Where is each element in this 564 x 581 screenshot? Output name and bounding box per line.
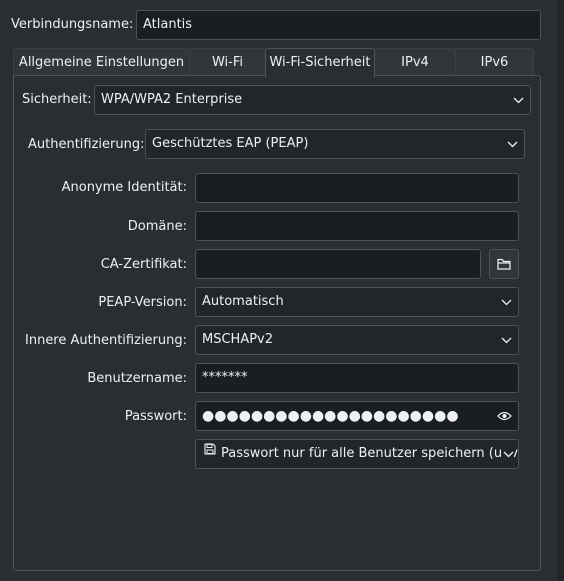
inner-authentication-value: MSCHAPv2: [202, 332, 274, 347]
anonymous-identity-label: Anonyme Identität:: [61, 180, 187, 195]
tab-label: Wi-Fi-Sicherheit: [269, 55, 371, 70]
peap-version-select[interactable]: Automatisch: [195, 287, 519, 317]
inner-authentication-label: Innere Authentifizierung:: [25, 333, 187, 348]
save-icon: [204, 440, 216, 466]
window-edge: [557, 0, 564, 581]
chevron-down-icon: [502, 440, 514, 468]
domain-label: Domäne:: [127, 219, 187, 234]
password-storage-value: Passwort nur für alle Benutzer speichern…: [221, 446, 519, 461]
password-storage-select[interactable]: Passwort nur für alle Benutzer speichern…: [195, 439, 519, 469]
password-value: ●●●●●●●●●●●●●●●●●●●●●: [202, 408, 459, 424]
ca-certificate-label: CA-Zertifikat:: [100, 257, 187, 272]
username-input[interactable]: *******: [195, 363, 519, 393]
ca-certificate-input[interactable]: [195, 249, 481, 279]
authentication-label: Authentifizierung:: [28, 137, 145, 152]
tab-general-settings[interactable]: Allgemeine Einstellungen: [13, 48, 190, 76]
domain-input[interactable]: [195, 211, 519, 241]
tab-wifi[interactable]: Wi-Fi: [189, 48, 266, 76]
security-label: Sicherheit:: [22, 92, 92, 107]
connection-name-input[interactable]: Atlantis: [136, 10, 541, 40]
peap-version-value: Automatisch: [202, 294, 284, 309]
folder-icon: [497, 258, 511, 270]
tab-wifi-security[interactable]: Wi-Fi-Sicherheit: [265, 48, 375, 77]
inner-authentication-select[interactable]: MSCHAPv2: [195, 325, 519, 355]
security-value: WPA/WPA2 Enterprise: [101, 92, 243, 107]
peap-version-label: PEAP-Version:: [98, 295, 187, 310]
authentication-select[interactable]: Geschütztes EAP (PEAP): [145, 129, 525, 159]
tab-label: IPv6: [480, 55, 509, 70]
connection-name-value: Atlantis: [143, 17, 193, 32]
chevron-down-icon: [500, 288, 512, 316]
chevron-down-icon: [512, 86, 524, 114]
password-label: Passwort:: [124, 409, 187, 424]
tab-ipv4[interactable]: IPv4: [374, 48, 456, 76]
chevron-down-icon: [506, 130, 518, 158]
anonymous-identity-input[interactable]: [195, 173, 519, 203]
password-input[interactable]: ●●●●●●●●●●●●●●●●●●●●●: [195, 401, 519, 431]
security-select[interactable]: WPA/WPA2 Enterprise: [94, 85, 531, 115]
username-label: Benutzername:: [87, 371, 187, 386]
tab-label: IPv4: [401, 55, 429, 70]
chevron-down-icon: [500, 326, 512, 354]
authentication-value: Geschütztes EAP (PEAP): [152, 136, 309, 151]
tab-label: Wi-Fi: [211, 55, 243, 70]
tab-ipv6[interactable]: IPv6: [455, 48, 534, 76]
tab-label: Allgemeine Einstellungen: [18, 55, 185, 70]
browse-certificate-button[interactable]: [489, 249, 519, 279]
username-value: *******: [202, 370, 248, 385]
eye-icon[interactable]: [496, 402, 512, 430]
connection-name-label: Verbindungsname:: [11, 17, 134, 32]
